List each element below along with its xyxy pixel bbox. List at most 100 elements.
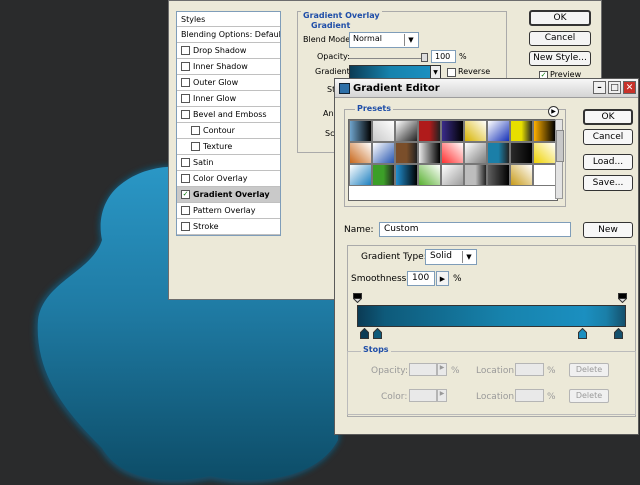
preset-swatch[interactable]: [441, 142, 464, 164]
gradient-bar[interactable]: [357, 305, 626, 327]
preset-swatch[interactable]: [418, 142, 441, 164]
blending-options-item[interactable]: Blending Options: Default: [177, 27, 280, 43]
preset-swatch[interactable]: [487, 120, 510, 142]
opacity-slider[interactable]: [349, 58, 425, 59]
stop-color-arrow-icon[interactable]: ▶: [437, 389, 447, 402]
presets-menu-icon[interactable]: ▶: [548, 106, 559, 117]
blend-mode-select[interactable]: Normal ▼: [349, 32, 419, 48]
gradient-editor-titlebar[interactable]: Gradient Editor – □ ✕: [335, 79, 638, 98]
ge-cancel-button[interactable]: Cancel: [583, 129, 633, 145]
color-stop-2[interactable]: [373, 328, 382, 339]
preset-swatch[interactable]: [487, 164, 510, 186]
stop-opacity-arrow-icon[interactable]: ▶: [437, 363, 447, 376]
smoothness-arrow-icon[interactable]: ▶: [436, 271, 449, 286]
new-style-button[interactable]: New Style...: [529, 51, 591, 66]
style-checkbox[interactable]: [181, 78, 190, 87]
opacity-slider-handle[interactable]: [421, 53, 428, 62]
style-item-inner-glow[interactable]: Inner Glow: [177, 91, 280, 107]
new-button[interactable]: New: [583, 222, 633, 238]
preset-swatch[interactable]: [349, 164, 372, 186]
style-checkbox[interactable]: [181, 94, 190, 103]
styles-header[interactable]: Styles: [177, 12, 280, 27]
maximize-icon[interactable]: □: [608, 81, 621, 94]
style-checkbox[interactable]: [191, 126, 200, 135]
color-stop-3[interactable]: [578, 328, 587, 339]
preset-swatch[interactable]: [441, 120, 464, 142]
scroll-thumb[interactable]: [556, 130, 564, 162]
ge-ok-button[interactable]: OK: [583, 109, 633, 125]
smoothness-input[interactable]: 100: [407, 271, 435, 286]
opacity-stop-right[interactable]: [618, 293, 627, 303]
preset-swatch[interactable]: [349, 142, 372, 164]
style-item-contour[interactable]: Contour: [177, 123, 280, 139]
style-checkbox[interactable]: [181, 222, 190, 231]
opacity-stop-left[interactable]: [353, 293, 362, 303]
style-item-satin[interactable]: Satin: [177, 155, 280, 171]
preset-swatch[interactable]: [372, 120, 395, 142]
styles-list: Styles Blending Options: Default Drop Sh…: [176, 11, 281, 236]
preset-swatch[interactable]: [418, 120, 441, 142]
preset-swatch[interactable]: [487, 142, 510, 164]
style-checkbox[interactable]: [181, 158, 190, 167]
preset-swatch[interactable]: [510, 120, 533, 142]
presets-scrollbar[interactable]: [555, 119, 564, 199]
preset-swatch[interactable]: [510, 164, 533, 186]
name-input[interactable]: Custom: [379, 222, 571, 237]
gradient-type-label: Gradient Type:: [359, 252, 429, 262]
gradient-editor-title: Gradient Editor: [353, 82, 440, 94]
style-checkbox[interactable]: [181, 62, 190, 71]
style-item-bevel-and-emboss[interactable]: Bevel and Emboss: [177, 107, 280, 123]
preset-swatch[interactable]: [441, 164, 464, 186]
preset-swatch[interactable]: [372, 164, 395, 186]
style-item-stroke[interactable]: Stroke: [177, 219, 280, 235]
preset-swatch[interactable]: [533, 164, 556, 186]
load-button[interactable]: Load...: [583, 154, 633, 170]
preset-swatch[interactable]: [395, 164, 418, 186]
preset-swatch[interactable]: [349, 120, 372, 142]
style-item-texture[interactable]: Texture: [177, 139, 280, 155]
style-checkbox[interactable]: [191, 142, 200, 151]
styles-header-label: Styles: [181, 14, 206, 24]
opacity-input[interactable]: 100: [431, 50, 456, 63]
preset-swatch[interactable]: [418, 164, 441, 186]
stop-opacity-input[interactable]: [409, 363, 437, 376]
preset-swatch[interactable]: [395, 142, 418, 164]
style-checkbox[interactable]: ✓: [181, 190, 190, 199]
stops-label: Stops: [361, 345, 391, 354]
name-label: Name:: [344, 225, 374, 235]
style-item-gradient-overlay[interactable]: ✓ Gradient Overlay: [177, 187, 280, 203]
color-stop-1[interactable]: [360, 328, 369, 339]
ok-button[interactable]: OK: [529, 10, 591, 26]
delete-color-stop-button[interactable]: Delete: [569, 389, 609, 403]
preset-swatch[interactable]: [372, 142, 395, 164]
preset-swatch[interactable]: [464, 142, 487, 164]
style-item-pattern-overlay[interactable]: Pattern Overlay: [177, 203, 280, 219]
style-item-color-overlay[interactable]: Color Overlay: [177, 171, 280, 187]
style-checkbox[interactable]: [181, 110, 190, 119]
close-icon[interactable]: ✕: [623, 81, 636, 94]
color-stop-4[interactable]: [614, 328, 623, 339]
style-item-inner-shadow[interactable]: Inner Shadow: [177, 59, 280, 75]
preset-swatch[interactable]: [510, 142, 533, 164]
stop-color-swatch[interactable]: [409, 389, 437, 402]
color-location-input[interactable]: [515, 389, 544, 402]
style-item-outer-glow[interactable]: Outer Glow: [177, 75, 280, 91]
minimize-icon[interactable]: –: [593, 81, 606, 94]
preset-swatch[interactable]: [464, 164, 487, 186]
blend-mode-label: Blend Mode:: [303, 35, 353, 44]
style-checkbox[interactable]: [181, 46, 190, 55]
style-checkbox[interactable]: [181, 174, 190, 183]
reverse-checkbox[interactable]: [447, 68, 456, 77]
chevron-down-icon: ▼: [462, 251, 475, 263]
preset-swatch[interactable]: [464, 120, 487, 142]
preset-swatch[interactable]: [533, 142, 556, 164]
delete-opacity-stop-button[interactable]: Delete: [569, 363, 609, 377]
style-checkbox[interactable]: [181, 206, 190, 215]
preset-swatch[interactable]: [533, 120, 556, 142]
preset-swatch[interactable]: [395, 120, 418, 142]
style-item-drop-shadow[interactable]: Drop Shadow: [177, 43, 280, 59]
gradient-type-select[interactable]: Solid ▼: [425, 249, 477, 265]
opacity-location-input[interactable]: [515, 363, 544, 376]
cancel-button[interactable]: Cancel: [529, 31, 591, 46]
save-button[interactable]: Save...: [583, 175, 633, 191]
